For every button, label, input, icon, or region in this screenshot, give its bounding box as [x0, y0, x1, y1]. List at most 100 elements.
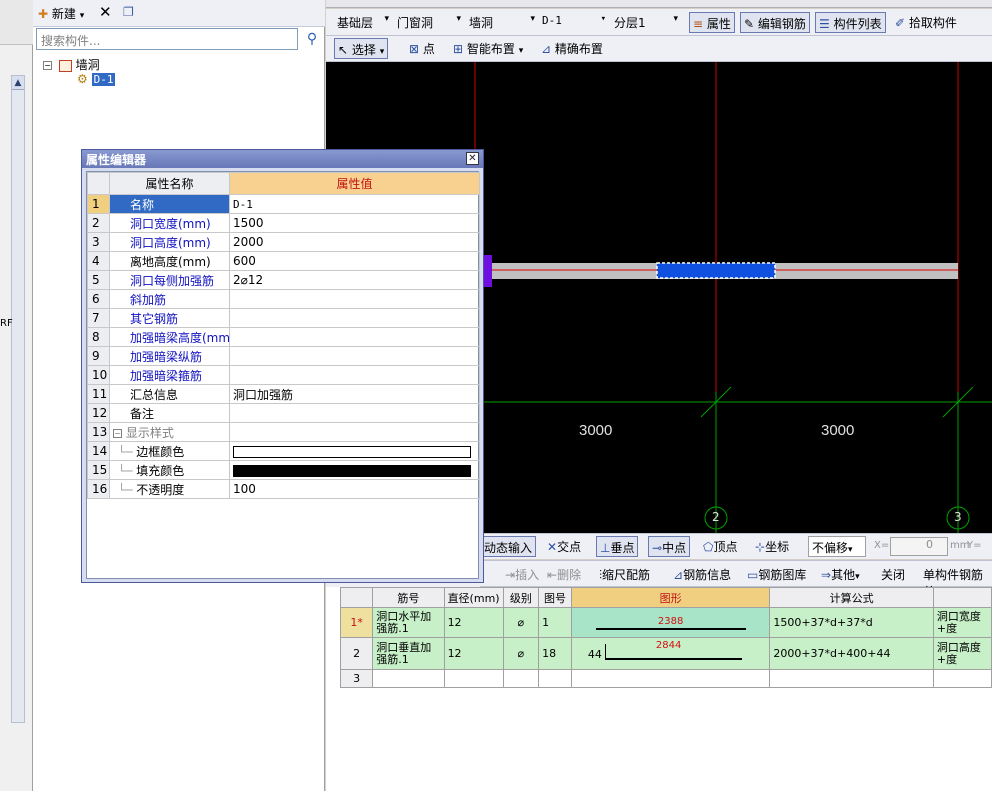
property-row[interactable]: 5 洞口每侧加强筋 2⌀12	[87, 270, 480, 290]
dialog-titlebar[interactable]: 属性编辑器 ✕	[82, 150, 483, 168]
cell[interactable]: 18	[538, 637, 572, 670]
fill-color-swatch[interactable]	[233, 464, 471, 477]
property-value[interactable]: 2000	[229, 232, 480, 252]
cell[interactable]	[538, 669, 572, 688]
edit-rebar-button[interactable]: ✎ 编辑钢筋	[740, 12, 810, 33]
single-summary-button[interactable]: 单构件钢筋总	[920, 564, 992, 599]
col-header[interactable]: 计算公式	[769, 587, 934, 608]
property-value[interactable]	[229, 308, 480, 328]
search-button[interactable]: ⚲	[301, 28, 323, 50]
fill-color-value[interactable]	[229, 460, 480, 480]
offset-select[interactable]: 不偏移▾	[808, 536, 866, 557]
other-button[interactable]: ⇒其他▾	[818, 564, 863, 585]
property-value[interactable]: 2⌀12	[229, 270, 480, 290]
property-row[interactable]: 9 加强暗梁纵筋	[87, 346, 480, 366]
property-row[interactable]: 1 名称 D-1	[87, 194, 480, 214]
intersection-snap-button[interactable]: ✕交点	[544, 536, 584, 557]
cell[interactable]	[372, 669, 445, 688]
property-value[interactable]	[229, 403, 480, 423]
property-row[interactable]: 10 加强暗梁箍筋	[87, 365, 480, 385]
vertex-snap-button[interactable]: ⬠顶点	[700, 536, 740, 557]
copy-button[interactable]: ❐	[123, 5, 134, 19]
type-select[interactable]: 墙洞 ▾	[466, 12, 538, 32]
component-list-button[interactable]: ☰ 构件列表	[815, 12, 886, 33]
property-value[interactable]	[229, 289, 480, 309]
collapse-icon[interactable]: −	[43, 61, 52, 70]
property-group-row[interactable]: 13− 显示样式	[87, 422, 480, 442]
delete-button[interactable]: ✕	[99, 3, 112, 21]
cell[interactable]: 洞口垂直加强筋.1	[372, 637, 445, 670]
property-value[interactable]: D-1	[229, 194, 480, 214]
property-row[interactable]: 15 └─ 填充颜色	[87, 460, 480, 480]
select-button[interactable]: ↖ 选择 ▾	[334, 38, 389, 59]
property-row[interactable]: 2 洞口宽度(mm) 1500	[87, 213, 480, 233]
table-row[interactable]: 2 洞口垂直加强筋.1 12 ⌀ 18 44 2844 2000+37*d+40…	[339, 637, 992, 670]
precise-place-button[interactable]: ⊿ 精确布置	[538, 38, 606, 59]
property-row[interactable]: 11 汇总信息 洞口加强筋	[87, 384, 480, 404]
cell[interactable]: 1500+37*d+37*d	[769, 607, 934, 638]
collapse-icon[interactable]: −	[113, 428, 122, 438]
cell[interactable]: ⌀	[502, 607, 540, 638]
x-input[interactable]: 0	[890, 537, 948, 556]
cell[interactable]: 12	[443, 637, 504, 670]
cell[interactable]: 洞口宽度+度	[932, 607, 992, 638]
cell[interactable]	[570, 669, 771, 688]
col-header[interactable]: 直径(mm)	[443, 587, 504, 608]
floor-select[interactable]: 基础层 ▾	[334, 12, 392, 32]
rebar-info-button[interactable]: ⊿钢筋信息	[670, 564, 734, 585]
property-row[interactable]: 14 └─ 边框颜色	[87, 441, 480, 461]
cell[interactable]	[932, 669, 992, 688]
cell[interactable]	[443, 669, 504, 688]
delete-row-button[interactable]: ⇤删除	[544, 564, 584, 585]
perpendicular-snap-button[interactable]: ⊥垂点	[596, 536, 639, 557]
search-input[interactable]: 搜索构件...	[36, 28, 298, 50]
cell[interactable]: 1	[538, 607, 572, 638]
shape-cell[interactable]: 44 2844	[570, 637, 771, 670]
border-color-value[interactable]	[229, 441, 480, 461]
coordinate-snap-button[interactable]: ⊹坐标	[752, 536, 792, 557]
midpoint-snap-button[interactable]: ⊸中点	[648, 536, 691, 557]
cell[interactable]: 洞口高度+度	[932, 637, 992, 670]
sublayer-select[interactable]: 分层1 ▾	[611, 12, 681, 32]
shape-cell[interactable]: 2388	[570, 607, 771, 638]
property-value[interactable]	[229, 327, 480, 347]
smart-place-button[interactable]: ⊞ 智能布置 ▾	[450, 38, 526, 59]
point-button[interactable]: ⊠ 点	[406, 38, 438, 59]
property-value[interactable]: 1500	[229, 213, 480, 233]
tree-node-child[interactable]: ⚙ D-1	[77, 72, 116, 86]
property-value[interactable]: 600	[229, 251, 480, 271]
property-row[interactable]: 3 洞口高度(mm) 2000	[87, 232, 480, 252]
border-color-swatch[interactable]	[233, 445, 471, 458]
vertical-scrollbar[interactable]: ▲	[11, 75, 25, 723]
close-button[interactable]: 关闭	[878, 564, 908, 585]
scale-rebar-button[interactable]: ⫶缩尺配筋	[596, 564, 653, 585]
col-header[interactable]: 级别	[502, 587, 540, 608]
tree-node-root[interactable]: − 墙洞	[43, 56, 100, 73]
col-header[interactable]: 图形	[570, 587, 771, 608]
scroll-up-icon[interactable]: ▲	[12, 76, 24, 90]
col-header[interactable]: 图号	[538, 587, 572, 608]
property-value[interactable]: 洞口加强筋	[229, 384, 480, 404]
table-row[interactable]: 3	[339, 669, 992, 688]
table-row[interactable]: 1* 洞口水平加强筋.1 12 ⌀ 1 2388 1500+37*d+37*d …	[339, 607, 992, 638]
new-button[interactable]: ✚ 新建 ▾	[38, 5, 84, 22]
dynamic-input-button[interactable]: 动态输入	[480, 536, 537, 557]
cell[interactable]: 洞口水平加强筋.1	[372, 607, 445, 638]
property-value[interactable]: 100	[229, 479, 480, 499]
col-header[interactable]: 筋号	[372, 587, 445, 608]
rebar-library-button[interactable]: ▭钢筋图库	[744, 564, 809, 585]
cell[interactable]: 12	[443, 607, 504, 638]
property-row[interactable]: 4 离地高度(mm) 600	[87, 251, 480, 271]
component-select[interactable]: D-1 ▾	[539, 12, 609, 32]
property-row[interactable]: 12 备注	[87, 403, 480, 423]
property-row[interactable]: 16 └─ 不透明度 100	[87, 479, 480, 499]
close-icon[interactable]: ✕	[466, 152, 479, 165]
property-row[interactable]: 8 加强暗梁高度(mm)	[87, 327, 480, 347]
property-row[interactable]: 7 其它钢筋	[87, 308, 480, 328]
insert-button[interactable]: ⇥插入	[502, 564, 542, 585]
attribute-button[interactable]: ≡ 属性	[689, 12, 735, 33]
cell[interactable]	[502, 669, 540, 688]
category-select[interactable]: 门窗洞 ▾	[394, 12, 464, 32]
pick-component-button[interactable]: ✐ 拾取构件	[892, 12, 960, 33]
property-row[interactable]: 6 斜加筋	[87, 289, 480, 309]
